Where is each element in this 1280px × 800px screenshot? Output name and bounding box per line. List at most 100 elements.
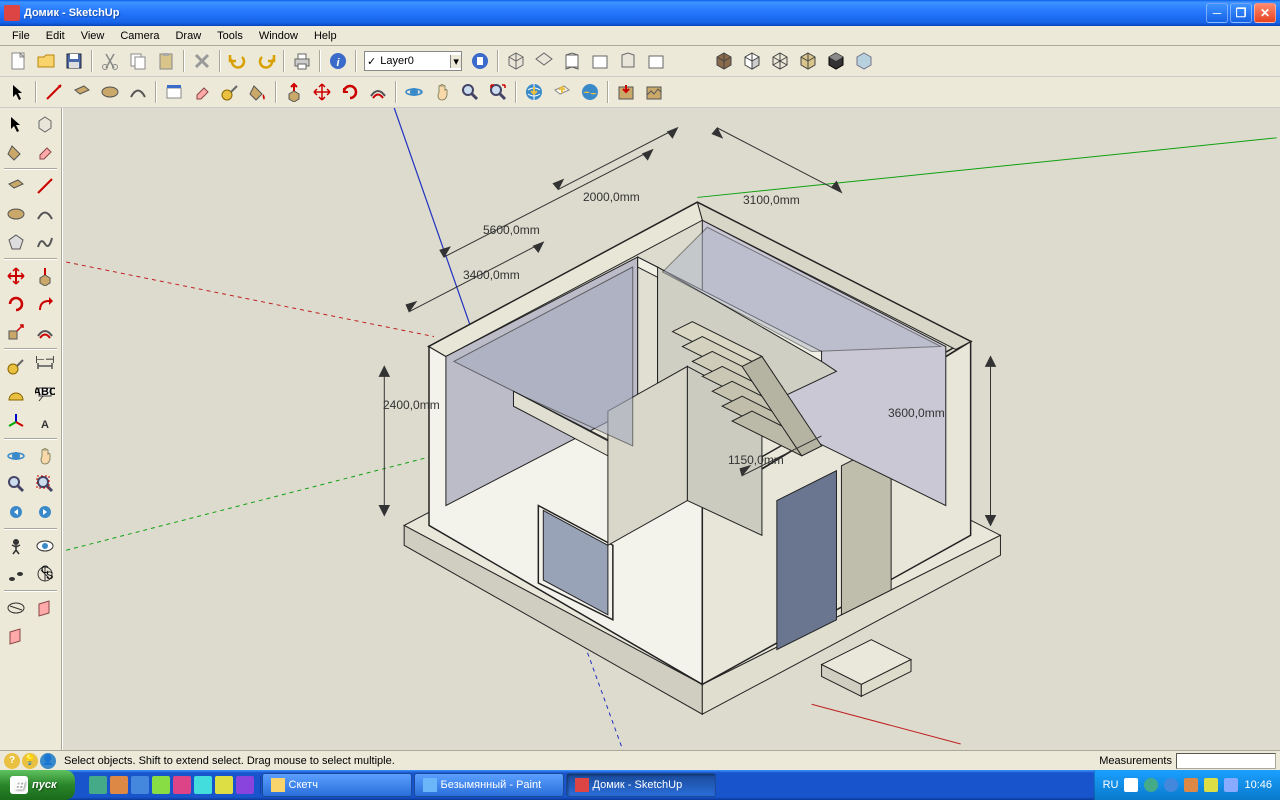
ql-icon-3[interactable] xyxy=(131,776,149,794)
offset-icon[interactable] xyxy=(365,79,391,105)
3dtext-tool-icon[interactable]: A xyxy=(32,408,59,436)
3d-viewport[interactable]: 2000,0mm 3100,0mm 5600,0mm 3400,0mm 2400… xyxy=(62,108,1280,750)
tray-icon-3[interactable] xyxy=(1164,778,1178,792)
ql-icon-6[interactable] xyxy=(194,776,212,794)
menu-window[interactable]: Window xyxy=(251,28,306,44)
chevron-down-icon[interactable]: ▾ xyxy=(450,55,461,68)
circle-icon[interactable] xyxy=(97,79,123,105)
tray-icon-4[interactable] xyxy=(1184,778,1198,792)
previous-view-icon[interactable] xyxy=(3,498,30,526)
start-button[interactable]: ⊞ пуск xyxy=(0,770,75,800)
layer-input[interactable] xyxy=(378,55,450,67)
top-view-icon[interactable] xyxy=(531,48,557,74)
menu-view[interactable]: View xyxy=(73,28,113,44)
zoom-extents-icon[interactable] xyxy=(485,79,511,105)
select-icon[interactable] xyxy=(5,79,31,105)
ql-icon-8[interactable] xyxy=(236,776,254,794)
undo-icon[interactable] xyxy=(225,48,251,74)
ql-icon-5[interactable] xyxy=(173,776,191,794)
right-view-icon[interactable] xyxy=(587,48,613,74)
iso-view-icon[interactable] xyxy=(503,48,529,74)
protractor-tool-icon[interactable] xyxy=(3,380,30,408)
clock[interactable]: 10:46 xyxy=(1244,779,1272,791)
pan-icon[interactable] xyxy=(429,79,455,105)
pan-tool-icon[interactable] xyxy=(32,442,59,470)
line-tool-icon[interactable] xyxy=(32,172,59,200)
redo-icon[interactable] xyxy=(253,48,279,74)
paint-bucket-icon[interactable] xyxy=(245,79,271,105)
taskbar-item-sketchup[interactable]: Домик - SketchUp xyxy=(566,773,716,797)
eraser-icon[interactable] xyxy=(189,79,215,105)
shaded-icon[interactable] xyxy=(739,48,765,74)
taskbar-item-paint[interactable]: Безымянный - Paint xyxy=(414,773,564,797)
tape-tool-icon[interactable] xyxy=(3,352,30,380)
pushpull-tool-icon[interactable] xyxy=(32,262,59,290)
monochrome-icon[interactable] xyxy=(823,48,849,74)
component-tool-icon[interactable] xyxy=(32,110,59,138)
language-indicator[interactable]: RU xyxy=(1103,779,1119,791)
menu-edit[interactable]: Edit xyxy=(38,28,73,44)
walk-icon[interactable] xyxy=(3,560,30,588)
minimize-button[interactable]: ─ xyxy=(1206,3,1228,23)
share-model-icon[interactable] xyxy=(549,79,575,105)
dimension-tool-icon[interactable]: ⊢⊣ xyxy=(32,352,59,380)
freehand-tool-icon[interactable] xyxy=(32,228,59,256)
section-display-icon[interactable] xyxy=(3,594,30,622)
rectangle-icon[interactable] xyxy=(69,79,95,105)
move-tool-icon[interactable] xyxy=(3,262,30,290)
tray-icon-6[interactable] xyxy=(1224,778,1238,792)
status-help-icon[interactable]: ? xyxy=(4,753,20,769)
get-models-icon[interactable] xyxy=(521,79,547,105)
look-around-icon[interactable] xyxy=(32,532,59,560)
orbit-tool-icon[interactable] xyxy=(3,442,30,470)
menu-camera[interactable]: Camera xyxy=(112,28,167,44)
layer-manager-icon[interactable] xyxy=(467,48,493,74)
zoom-icon[interactable] xyxy=(457,79,483,105)
toggle-terrain-icon[interactable] xyxy=(641,79,667,105)
polygon-tool-icon[interactable] xyxy=(3,228,30,256)
xray-icon[interactable] xyxy=(851,48,877,74)
section-fill-icon[interactable] xyxy=(3,622,30,650)
zoom-tool-icon[interactable] xyxy=(3,470,30,498)
rotate-tool-icon[interactable] xyxy=(3,290,30,318)
model-info-icon[interactable]: i xyxy=(325,48,351,74)
ql-icon-7[interactable] xyxy=(215,776,233,794)
ql-icon-4[interactable] xyxy=(152,776,170,794)
left-view-icon[interactable] xyxy=(643,48,669,74)
tape-measure-icon[interactable] xyxy=(217,79,243,105)
tray-icon-2[interactable] xyxy=(1144,778,1158,792)
back-view-icon[interactable] xyxy=(615,48,641,74)
menu-help[interactable]: Help xyxy=(306,28,345,44)
text-tool-icon[interactable]: ABC xyxy=(32,380,59,408)
hidden-line-icon[interactable] xyxy=(795,48,821,74)
shaded-textures-icon[interactable] xyxy=(711,48,737,74)
rotate-icon[interactable] xyxy=(337,79,363,105)
rectangle-tool-icon[interactable] xyxy=(3,172,30,200)
scale-tool-icon[interactable] xyxy=(3,318,30,346)
tray-icon-5[interactable] xyxy=(1204,778,1218,792)
close-button[interactable]: ✕ xyxy=(1254,3,1276,23)
make-component-icon[interactable] xyxy=(161,79,187,105)
push-pull-icon[interactable] xyxy=(281,79,307,105)
wireframe-icon[interactable] xyxy=(767,48,793,74)
measurements-input[interactable] xyxy=(1176,753,1276,769)
status-tip-icon[interactable]: 💡 xyxy=(22,753,38,769)
menu-file[interactable]: File xyxy=(4,28,38,44)
axes-tool-icon[interactable] xyxy=(3,408,30,436)
section-cut-icon[interactable] xyxy=(32,594,59,622)
select-tool-icon[interactable] xyxy=(3,110,30,138)
delete-icon[interactable] xyxy=(189,48,215,74)
circle-tool-icon[interactable] xyxy=(3,200,30,228)
front-view-icon[interactable] xyxy=(559,48,585,74)
google-earth-icon[interactable] xyxy=(577,79,603,105)
copy-icon[interactable] xyxy=(125,48,151,74)
orbit-icon[interactable] xyxy=(401,79,427,105)
next-view-icon[interactable] xyxy=(32,498,59,526)
paint-tool-icon[interactable] xyxy=(3,138,30,166)
new-file-icon[interactable] xyxy=(5,48,31,74)
eraser-tool-icon[interactable] xyxy=(32,138,59,166)
taskbar-item-sketch[interactable]: Скетч xyxy=(262,773,412,797)
layer-selector[interactable]: ✓ ▾ xyxy=(364,51,462,71)
line-icon[interactable] xyxy=(41,79,67,105)
ql-icon-1[interactable] xyxy=(89,776,107,794)
